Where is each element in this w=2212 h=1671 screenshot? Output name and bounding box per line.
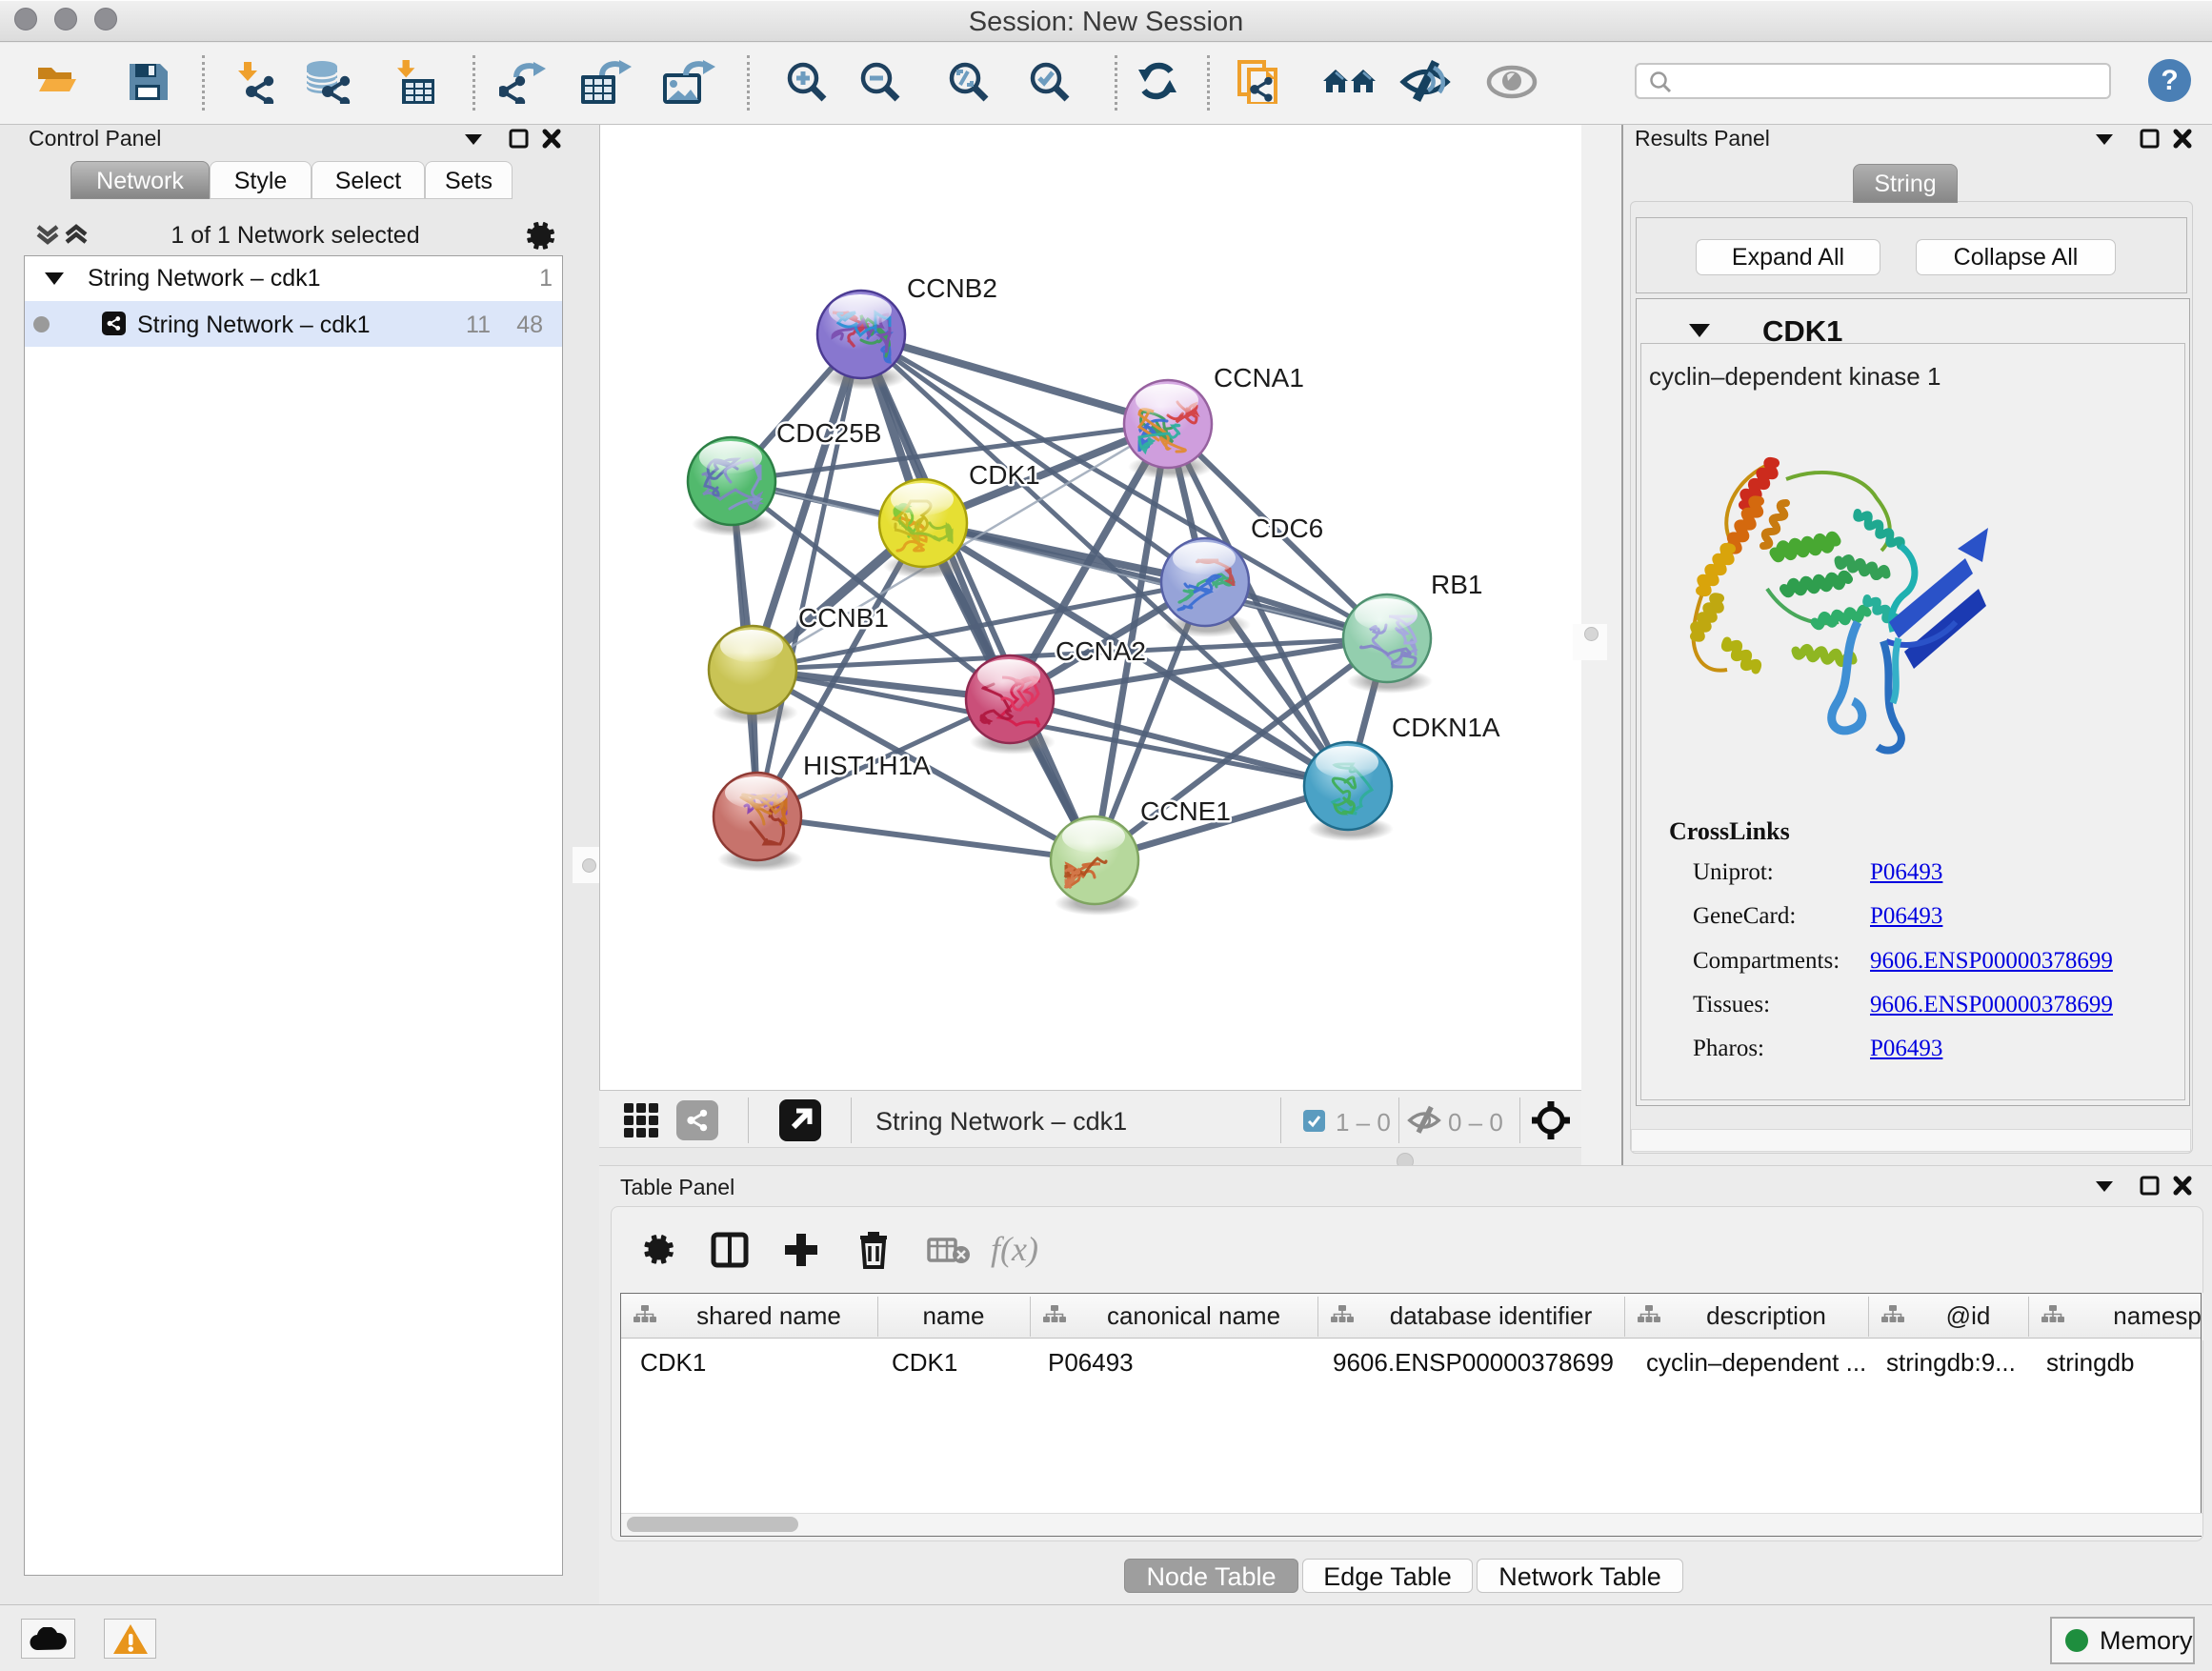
svg-text:CCNA2: CCNA2 — [1056, 636, 1146, 666]
svg-text:HIST1H1A: HIST1H1A — [803, 751, 931, 780]
svg-text:CDK1: CDK1 — [969, 460, 1040, 490]
svg-text:CDC25B: CDC25B — [776, 418, 881, 448]
svg-text:CCNB1: CCNB1 — [798, 603, 889, 633]
svg-text:CCNA1: CCNA1 — [1214, 363, 1304, 393]
svg-text:CCNB2: CCNB2 — [907, 273, 997, 303]
svg-text:CDC6: CDC6 — [1251, 513, 1323, 543]
svg-text:CDKN1A: CDKN1A — [1392, 713, 1500, 742]
svg-text:RB1: RB1 — [1431, 570, 1482, 599]
svg-text:CCNE1: CCNE1 — [1140, 796, 1231, 826]
